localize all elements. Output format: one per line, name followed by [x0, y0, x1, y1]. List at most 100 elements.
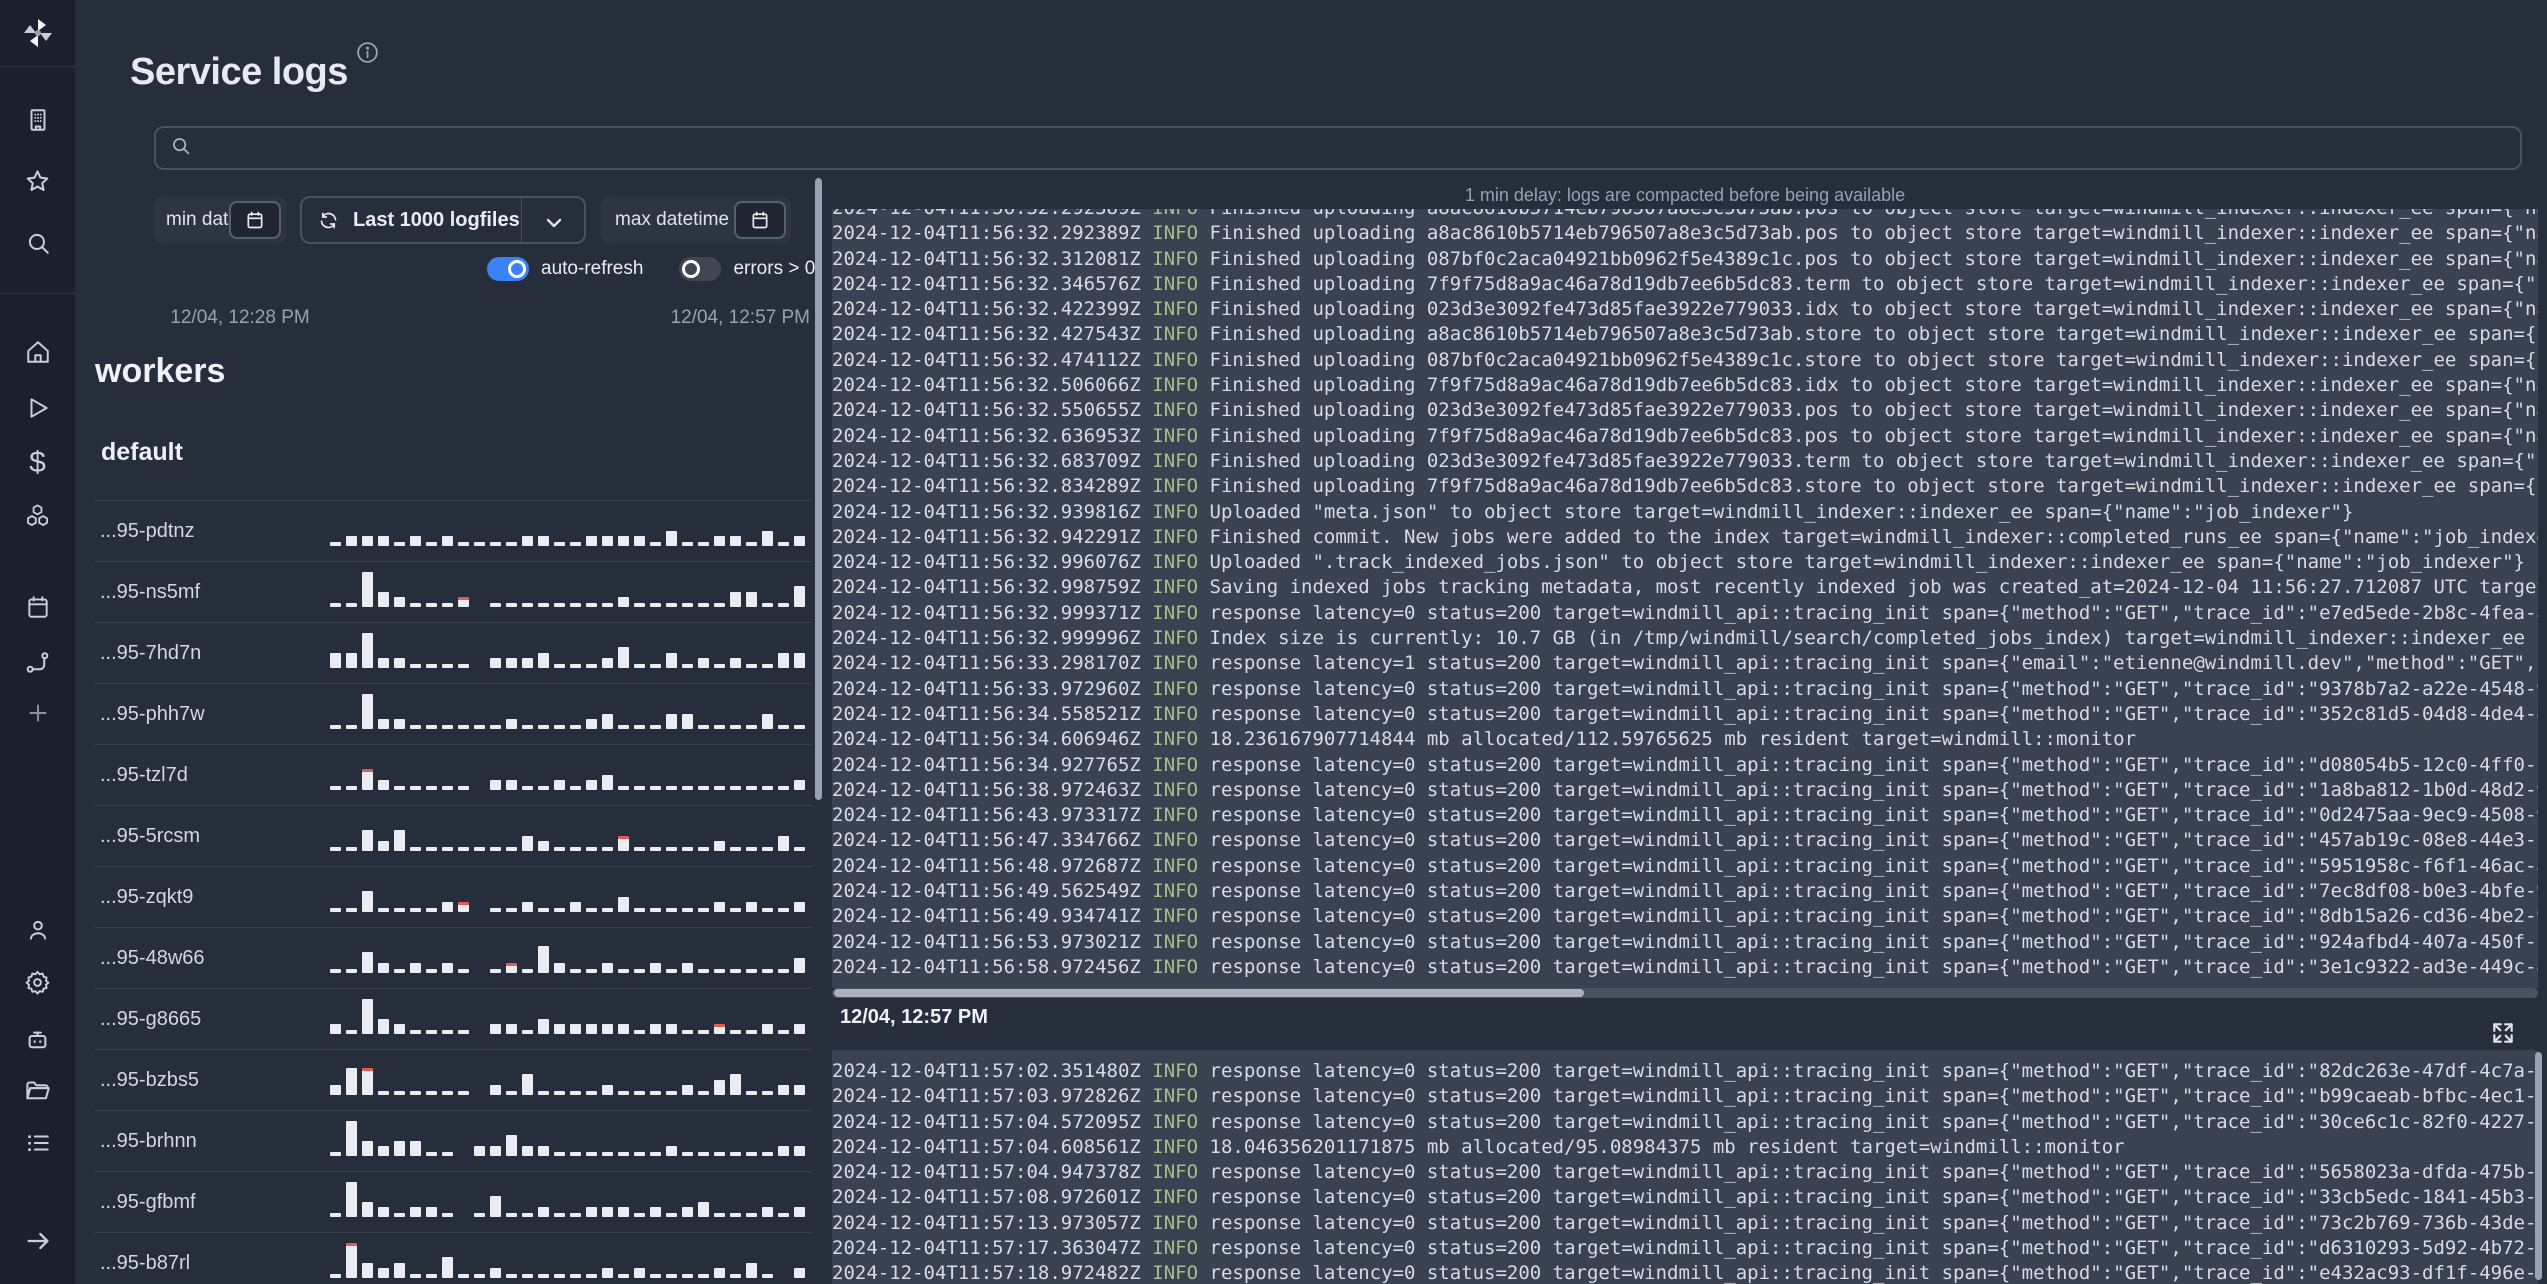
activity-bar — [538, 1274, 549, 1278]
log-horizontal-scrollbar[interactable] — [832, 988, 2538, 998]
activity-bar — [682, 963, 693, 973]
activity-bar — [362, 999, 373, 1034]
user-icon[interactable] — [0, 917, 75, 943]
worker-row[interactable]: ...95-zqkt9 — [95, 867, 812, 928]
activity-bar — [650, 1152, 661, 1156]
favorites-star-icon[interactable] — [0, 168, 75, 195]
activity-bar — [730, 847, 741, 851]
log-line: 2024-12-04T11:56:32.942291Z INFO Finishe… — [832, 525, 2538, 548]
runs-icon[interactable] — [0, 395, 75, 421]
activity-bar — [410, 1207, 421, 1217]
chevron-down-icon[interactable] — [542, 211, 566, 240]
activity-bar — [426, 969, 437, 973]
activity-bar — [522, 1274, 533, 1278]
audit-logs-icon[interactable] — [0, 1130, 75, 1156]
worker-row[interactable]: ...95-g8665 — [95, 989, 812, 1050]
activity-bar — [442, 536, 453, 546]
activity-bar — [746, 1152, 757, 1156]
activity-bar — [586, 664, 597, 668]
log-horizontal-scrollbar-thumb[interactable] — [834, 989, 1584, 997]
worker-activity-sparkline — [330, 691, 810, 729]
activity-bar — [346, 969, 357, 973]
triggers-icon[interactable] — [0, 649, 75, 676]
variables-icon[interactable]: $ — [0, 448, 75, 478]
activity-bar — [730, 1074, 741, 1095]
activity-bar — [554, 542, 565, 546]
activity-bar — [762, 664, 773, 668]
activity-bar — [538, 536, 549, 546]
log-line: 2024-12-04T11:56:32.683709Z INFO Finishe… — [832, 449, 2538, 472]
worker-row[interactable]: ...95-gfbmf — [95, 1172, 812, 1233]
max-calendar-button[interactable] — [734, 201, 786, 239]
logfiles-dropdown[interactable]: Last 1000 logfiles — [300, 196, 586, 244]
activity-bar — [586, 1152, 597, 1156]
activity-bar — [458, 597, 469, 607]
activity-bar — [410, 908, 421, 912]
search-nav-icon[interactable] — [0, 230, 75, 256]
worker-row[interactable]: ...95-5rcsm — [95, 806, 812, 867]
workspace-icon[interactable] — [0, 107, 75, 133]
errors-toggle[interactable] — [679, 257, 722, 281]
schedules-icon[interactable] — [0, 594, 75, 620]
log-line: 2024-12-04T11:56:32.939816Z INFO Uploade… — [832, 500, 2354, 523]
log-panel-current[interactable]: 2024-12-04T11:56:32.292389Z INFO Finishe… — [832, 209, 2538, 988]
worker-name: ...95-phh7w — [100, 703, 205, 725]
worker-row[interactable]: ...95-b87rl — [95, 1233, 812, 1284]
activity-bar — [714, 1152, 725, 1156]
activity-bar — [490, 780, 501, 790]
activity-bar — [698, 1030, 709, 1034]
activity-bar — [602, 658, 613, 668]
worker-row[interactable]: ...95-brhnn — [95, 1111, 812, 1172]
worker-row[interactable]: ...95-tzl7d — [95, 745, 812, 806]
activity-bar — [746, 1263, 757, 1278]
auto-refresh-toggle[interactable] — [487, 257, 529, 281]
log-panel-12-57[interactable]: 2024-12-04T11:57:02.351480Z INFO respons… — [832, 1050, 2538, 1284]
expand-icon[interactable] — [2490, 1020, 2516, 1051]
activity-bar — [602, 603, 613, 607]
activity-bar — [490, 1196, 501, 1217]
activity-bar — [426, 1207, 437, 1217]
min-datetime-filter[interactable]: min datetime — [154, 196, 286, 244]
activity-bar — [554, 1024, 565, 1034]
log-line: 2024-12-04T11:56:33.298170Z INFO respons… — [832, 652, 2538, 675]
activity-bar — [490, 658, 501, 668]
max-datetime-filter[interactable]: max datetime — [601, 196, 791, 244]
resources-icon[interactable] — [0, 502, 75, 529]
activity-bar — [410, 725, 421, 729]
activity-bar — [778, 1146, 789, 1156]
activity-bar — [506, 658, 517, 668]
sidebar: $ — [0, 0, 75, 1284]
info-icon[interactable] — [355, 40, 380, 70]
settings-icon[interactable] — [0, 969, 75, 996]
worker-row[interactable]: ...95-bzbs5 — [95, 1050, 812, 1111]
worker-row[interactable]: ...95-pdtnz — [95, 501, 812, 562]
worker-row[interactable]: ...95-48w66 — [95, 928, 812, 989]
main-vertical-scrollbar[interactable] — [815, 178, 822, 800]
activity-bar — [330, 1152, 341, 1156]
add-icon[interactable] — [0, 700, 75, 726]
folders-icon[interactable] — [0, 1078, 75, 1105]
windmill-logo[interactable] — [0, 16, 75, 50]
search-input[interactable] — [154, 126, 2522, 170]
collapse-sidebar-icon[interactable] — [0, 1227, 75, 1255]
activity-bar — [634, 786, 645, 790]
log-line: 2024-12-04T11:56:32.312081Z INFO Finishe… — [832, 247, 2538, 270]
log-line: 2024-12-04T11:56:32.292389Z INFO Finishe… — [832, 222, 2538, 245]
activity-bar — [554, 847, 565, 851]
home-icon[interactable] — [0, 339, 75, 365]
activity-bar — [618, 597, 629, 607]
min-calendar-button[interactable] — [229, 201, 281, 239]
activity-bar — [586, 1091, 597, 1095]
worker-row[interactable]: ...95-7hd7n — [95, 623, 812, 684]
worker-row[interactable]: ...95-phh7w — [95, 684, 812, 745]
log-line: 2024-12-04T11:56:32.999371Z INFO respons… — [832, 601, 2538, 624]
worker-row[interactable]: ...95-ns5mf — [95, 562, 812, 623]
activity-bar — [602, 775, 613, 790]
activity-bar — [650, 847, 661, 851]
log-panel-2-scrollbar[interactable] — [2535, 1052, 2542, 1280]
worker-name: ...95-zqkt9 — [100, 886, 194, 908]
activity-bar — [490, 1268, 501, 1278]
workers-icon[interactable] — [0, 1027, 75, 1054]
activity-bar — [602, 963, 613, 973]
activity-bar — [602, 847, 613, 851]
